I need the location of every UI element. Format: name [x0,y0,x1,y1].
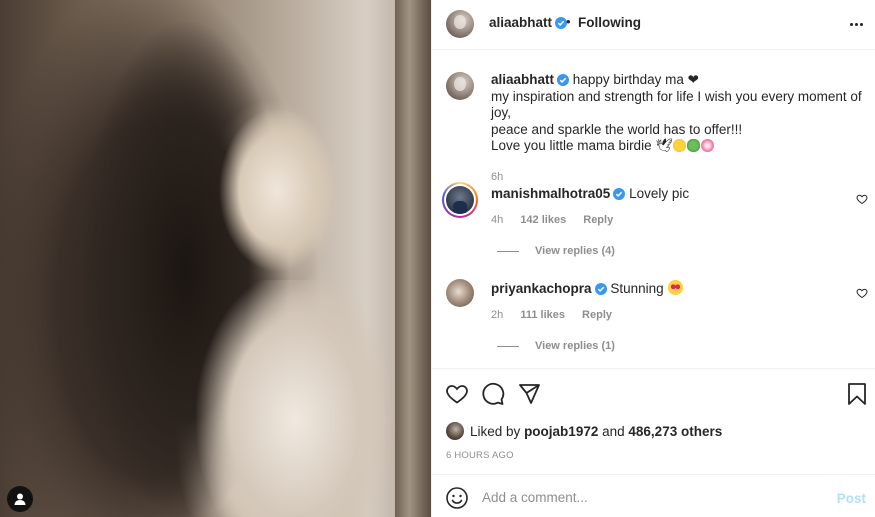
comment-meta: 4h 142 likes Reply [491,214,627,226]
view-replies-label[interactable]: View replies (1) [535,340,615,352]
caption-username[interactable]: aliaabhatt [491,72,554,87]
like-icon[interactable] [445,382,469,406]
commenter-avatar-ring[interactable] [442,182,478,218]
post-timestamp[interactable]: 6 HOURS AGO [446,450,514,461]
comment-like-icon[interactable] [856,287,868,299]
user-tag-icon[interactable] [7,486,33,512]
share-icon[interactable] [517,382,541,406]
comment-item: priyankachopra Stunning [491,280,684,296]
liked-by-prefix: Liked by [470,423,521,439]
commenter-avatar[interactable] [446,186,474,214]
author-username[interactable]: aliaabhatt [489,15,552,30]
comment-icon[interactable] [481,382,505,406]
header-separator: • [566,14,571,29]
post-photo[interactable] [0,0,431,517]
comment-item: manishmalhotra05 Lovely pic [491,186,689,201]
caption-avatar[interactable] [446,72,474,100]
comment-username[interactable]: manishmalhotra05 [491,186,610,201]
flower-emoji-icon [701,139,715,152]
liker-username[interactable]: poojab1972 [524,424,598,439]
photo-window-frame [395,0,431,517]
post-caption: aliaabhatt happy birthday ma ❤ my inspir… [491,72,871,185]
comment-meta: 2h 111 likes Reply [491,309,626,321]
comment-text: Lovely pic [629,186,690,201]
commenter-avatar[interactable] [446,279,474,307]
comment-likes[interactable]: 111 likes [520,309,565,321]
likes-summary: Liked by poojab1972 and 486,273 others [446,422,722,440]
sun-emoji-icon [673,139,687,152]
caption-line-1: happy birthday ma ❤ [572,72,699,87]
save-icon[interactable] [845,382,869,406]
caption-line-2: my inspiration and strength for life I w… [491,88,862,121]
author-username-link[interactable]: aliaabhatt [489,15,568,30]
following-button[interactable]: Following [578,15,641,30]
heart-eyes-emoji-icon [668,280,684,295]
comment-time[interactable]: 2h [491,309,503,321]
photo-shirt [185,280,385,517]
turtle-emoji-icon [687,139,701,152]
comment-input[interactable]: Add a comment... [482,490,588,505]
liked-by-and: and [602,423,625,439]
reply-button[interactable]: Reply [583,214,613,226]
caption-line-3: peace and sparkle the world has to offer… [491,121,743,137]
emoji-icon[interactable] [445,486,469,510]
verified-icon [557,74,570,86]
more-options-icon[interactable] [848,16,864,32]
post-actions: Liked by poojab1972 and 486,273 others 6… [432,368,875,472]
post-header: aliaabhatt • Following [432,0,875,50]
author-avatar[interactable] [446,10,474,38]
comment-form: Add a comment... Post [432,474,875,517]
caption-timestamp[interactable]: 6h [491,169,871,186]
view-replies-button[interactable]: View replies (4) [497,245,615,257]
post-comment-button[interactable]: Post [837,491,866,506]
comment-username[interactable]: priyankachopra [491,281,592,296]
comment-like-icon[interactable] [856,193,868,205]
comment-time[interactable]: 4h [491,214,503,226]
comment-likes[interactable]: 142 likes [520,214,566,226]
likes-count[interactable]: 486,273 others [628,424,722,439]
caption-line-4: Love you little mama birdie 🕊 [491,138,673,153]
verified-icon [594,283,607,295]
view-replies-label[interactable]: View replies (4) [535,245,615,257]
comment-text: Stunning [610,281,664,296]
replies-divider [497,250,519,252]
liker-avatar[interactable] [446,422,464,440]
post-side-panel: aliaabhatt • Following aliaabhatt happy … [431,0,875,517]
verified-icon [613,188,626,200]
photo-face [215,105,335,275]
reply-button[interactable]: Reply [582,309,612,321]
replies-divider [497,345,519,347]
view-replies-button[interactable]: View replies (1) [497,340,615,352]
